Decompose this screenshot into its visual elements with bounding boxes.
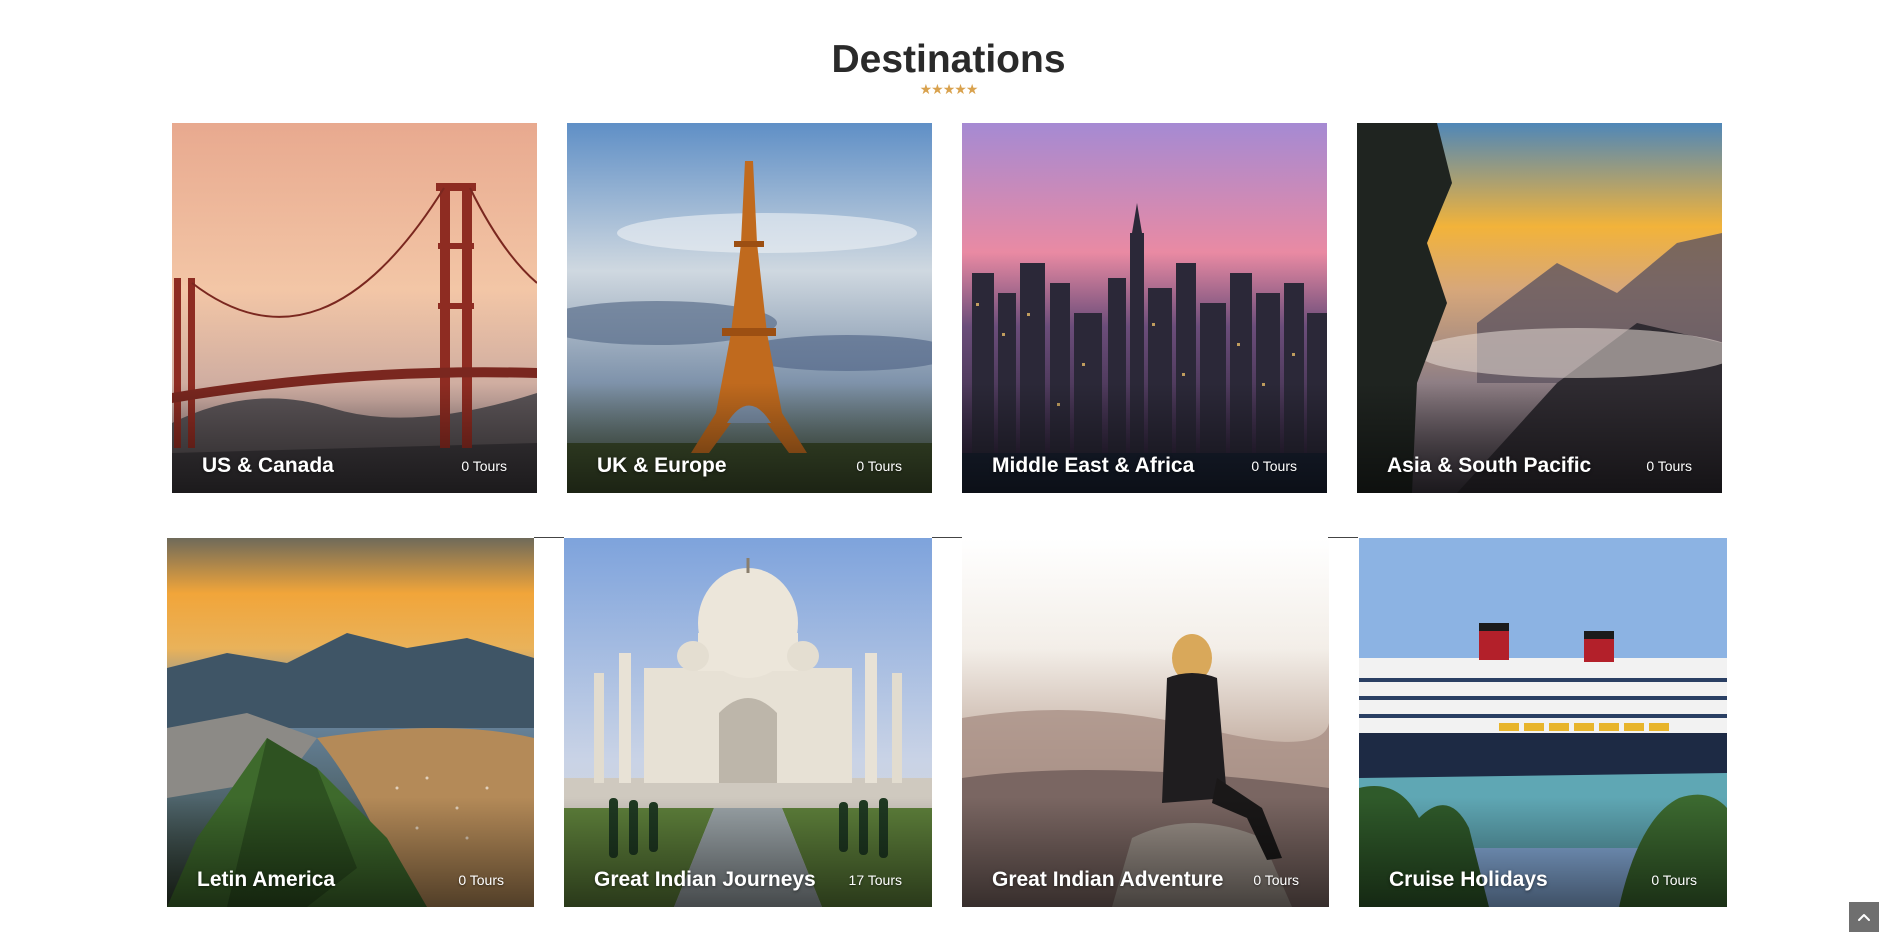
divider-line — [1328, 537, 1358, 538]
destination-name: Cruise Holidays — [1389, 868, 1548, 891]
destination-name: Middle East & Africa — [992, 454, 1195, 477]
divider-line — [534, 537, 564, 538]
destination-name: Great Indian Adventure — [992, 868, 1224, 891]
destination-name: US & Canada — [202, 454, 334, 477]
destination-card-great-indian-adventure[interactable]: Great Indian Adventure 0 Tours — [962, 538, 1329, 907]
destination-name: Great Indian Journeys — [594, 868, 816, 891]
destination-name: Asia & South Pacific — [1387, 454, 1592, 477]
tour-count: 0 Tours — [1646, 458, 1692, 474]
destination-card-asia-south-pacific[interactable]: Asia & South Pacific 0 Tours — [1357, 123, 1722, 493]
destination-card-us-canada[interactable]: US & Canada 0 Tours — [172, 123, 537, 493]
chevron-up-icon — [1858, 914, 1870, 921]
tour-count: 0 Tours — [1251, 458, 1297, 474]
destination-card-uk-europe[interactable]: UK & Europe 0 Tours — [567, 123, 932, 493]
destination-name: Letin America — [197, 868, 336, 891]
tour-count: 0 Tours — [1651, 872, 1697, 888]
destination-card-middle-east-africa[interactable]: Middle East & Africa 0 Tours — [962, 123, 1327, 493]
tour-count: 17 Tours — [848, 872, 902, 888]
destination-card-great-indian-journeys[interactable]: Great Indian Journeys 17 Tours — [564, 538, 932, 907]
tour-count: 0 Tours — [458, 872, 504, 888]
section-title: Destinations — [831, 38, 1066, 81]
destination-name: UK & Europe — [597, 454, 727, 477]
destination-card-letin-america[interactable]: Letin America 0 Tours — [167, 538, 534, 907]
scroll-to-top-button[interactable] — [1849, 902, 1879, 932]
tour-count: 0 Tours — [1253, 872, 1299, 888]
divider-line — [932, 537, 962, 538]
rating-stars: ★★★★★ — [919, 81, 979, 97]
tour-count: 0 Tours — [856, 458, 902, 474]
destination-card-cruise-holidays[interactable]: Cruise Holidays 0 Tours — [1359, 538, 1727, 907]
tour-count: 0 Tours — [461, 458, 507, 474]
